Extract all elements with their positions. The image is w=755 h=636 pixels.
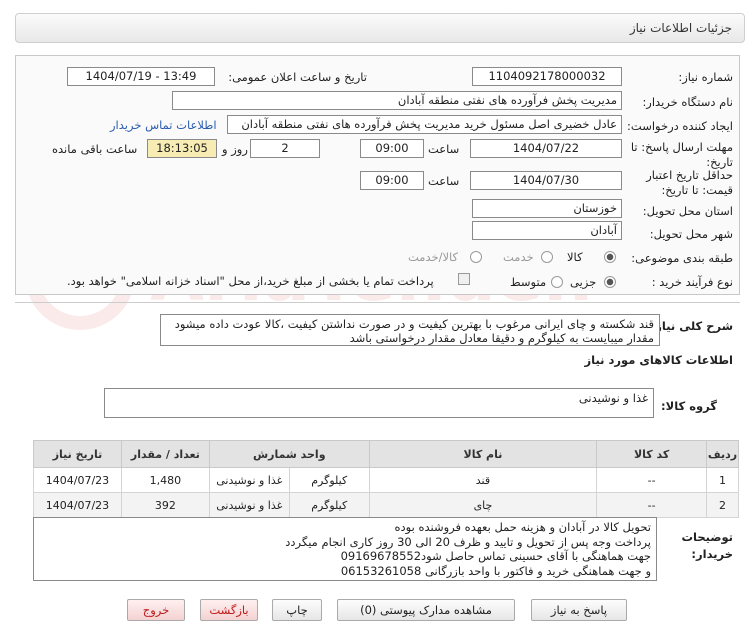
cell-need-date: 1404/07/23	[33, 492, 122, 518]
cell-need-date: 1404/07/23	[33, 467, 122, 493]
need-number-field: 1104092178000032	[472, 67, 622, 86]
cell-quantity: 1,480	[120, 467, 210, 493]
category-option-goods-service: کالا/خدمت	[408, 250, 459, 264]
validity-time-field: 09:00	[360, 171, 424, 190]
deadline-date-field: 1404/07/22	[470, 139, 622, 158]
deadline-time-label: ساعت	[428, 142, 460, 156]
divider	[15, 302, 740, 303]
col-item-name: نام کالا	[368, 440, 598, 468]
cell-item-code: --	[596, 467, 708, 493]
col-quantity: تعداد / مقدار	[120, 440, 210, 468]
exit-button[interactable]: خروج	[127, 599, 185, 621]
col-need-date: تاریخ نیاز	[33, 440, 122, 468]
col-item-code: کد کالا	[596, 440, 708, 468]
description-label: شرح کلی نیاز:	[650, 319, 733, 333]
province-label: استان محل تحویل:	[642, 204, 733, 218]
cell-unit: کیلوگرم	[288, 467, 370, 493]
cell-item-name: قند	[368, 467, 598, 493]
process-option-medium: متوسط	[510, 275, 547, 289]
buyer-notes-textarea[interactable]: تحویل کالا در آبادان و هزینه حمل بعهده ف…	[33, 517, 657, 581]
days-label: روز و	[222, 142, 248, 156]
goods-group-field: غذا و نوشیدنی	[104, 388, 654, 418]
category-radio-service[interactable]	[541, 251, 553, 263]
remaining-time-label: ساعت باقی مانده	[52, 142, 138, 156]
cell-quantity: 392	[120, 492, 210, 518]
process-label: نوع فرآیند خرید :	[651, 275, 733, 289]
announce-label: تاریخ و ساعت اعلان عمومی:	[228, 70, 367, 84]
creator-field: عادل خضیری اصل مسئول خرید مدیریت پخش فرآ…	[227, 115, 622, 134]
validity-time-label: ساعت	[428, 174, 460, 188]
remaining-time-field: 18:13:05	[147, 139, 217, 158]
process-radio-minor[interactable]	[604, 276, 616, 288]
province-field: خوزستان	[472, 199, 622, 218]
buyer-org-field: مدیریت پخش فرآورده های نفتی منطقه آبادان	[172, 91, 622, 110]
print-button[interactable]: چاپ	[272, 599, 322, 621]
validity-date-field: 1404/07/30	[470, 171, 622, 190]
category-label: طبقه بندی موضوعی:	[631, 251, 733, 265]
city-field: آبادان	[472, 221, 622, 240]
cell-group: غذا و نوشیدنی	[208, 492, 290, 518]
goods-info-title: اطلاعات کالاهای مورد نیاز	[584, 353, 733, 367]
buyer-notes-label-line2: خریدار:	[691, 547, 733, 561]
contact-buyer-link[interactable]: اطلاعات تماس خریدار	[110, 118, 217, 132]
city-label: شهر محل تحویل:	[649, 227, 733, 241]
creator-label: ایجاد کننده درخواست:	[627, 119, 733, 133]
col-row-number: ردیف	[706, 440, 739, 468]
cell-item-name: چای	[368, 492, 598, 518]
table-row[interactable]: 2 -- چای کیلوگرم غذا و نوشیدنی 392 1404/…	[33, 492, 739, 518]
days-field: 2	[250, 139, 320, 158]
treasury-payment-note: پرداخت تمام یا بخشی از مبلغ خرید،از محل …	[67, 274, 434, 288]
category-radio-goods[interactable]	[604, 251, 616, 263]
category-option-goods: کالا	[567, 250, 583, 264]
announce-field: 1404/07/19 - 13:49	[67, 67, 215, 86]
goods-group-label: گروه کالا:	[661, 399, 717, 413]
cell-row-number: 1	[706, 467, 739, 493]
cell-group: غذا و نوشیدنی	[208, 467, 290, 493]
category-radio-goods-service[interactable]	[470, 251, 482, 263]
buyer-org-label: نام دستگاه خریدار:	[642, 95, 733, 109]
process-radio-medium[interactable]	[551, 276, 563, 288]
description-textarea[interactable]: قند شکسته و چای ایرانی مرغوب با بهترین ک…	[160, 314, 660, 346]
page-title: جزئیات اطلاعات نیاز	[629, 21, 732, 35]
buyer-note-line: پرداخت وجه پس از تحویل و تایید و ظرف 20 …	[285, 534, 651, 549]
buyer-note-line: و جهت هماهنگی خرید و فاکتور با واحد بازر…	[340, 563, 651, 578]
reply-button[interactable]: پاسخ به نیاز	[531, 599, 627, 621]
page-header: جزئیات اطلاعات نیاز	[15, 13, 745, 43]
cell-row-number: 2	[706, 492, 739, 518]
col-unit: واحد شمارش	[208, 440, 370, 468]
buyer-notes-label-line1: توضیحات	[681, 530, 734, 544]
deadline-label: مهلت ارسال پاسخ: تا تاریخ:	[630, 140, 733, 169]
deadline-time-field: 09:00	[360, 139, 424, 158]
buyer-note-line: جهت هماهنگی با آقای حسینی تماس حاصل شود0…	[340, 549, 651, 563]
table-row[interactable]: 1 -- قند کیلوگرم غذا و نوشیدنی 1,480 140…	[33, 467, 739, 493]
validity-label: حداقل تاریخ اعتبار قیمت: تا تاریخ:	[646, 168, 733, 197]
need-number-label: شماره نیاز:	[678, 70, 733, 84]
items-table: ردیف کد کالا نام کالا واحد شمارش تعداد /…	[33, 440, 739, 518]
back-button[interactable]: بازگشت	[200, 599, 258, 621]
process-option-minor: جزیی	[570, 275, 597, 289]
table-header-row: ردیف کد کالا نام کالا واحد شمارش تعداد /…	[33, 440, 739, 468]
category-option-service: خدمت	[503, 250, 534, 264]
buyer-note-line: تحویل کالا در آبادان و هزینه حمل بعهده ف…	[394, 520, 651, 534]
view-attachments-button[interactable]: مشاهده مدارک پیوستی (0)	[337, 599, 515, 621]
cell-unit: کیلوگرم	[288, 492, 370, 518]
cell-item-code: --	[596, 492, 708, 518]
treasury-payment-checkbox[interactable]	[458, 273, 470, 285]
